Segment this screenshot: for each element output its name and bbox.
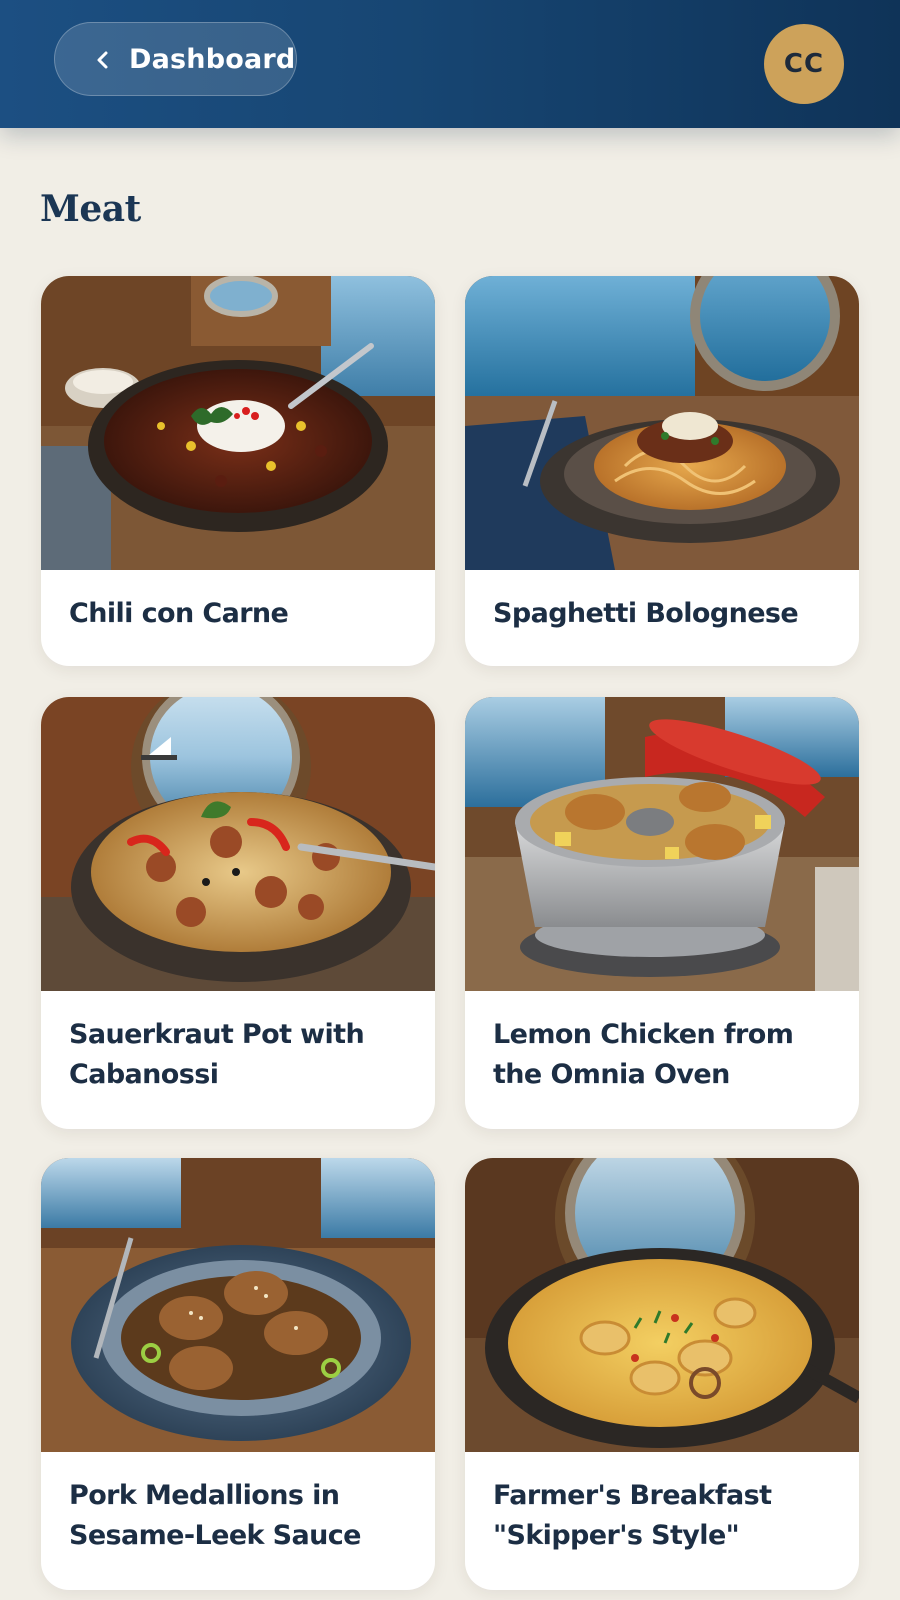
recipe-card[interactable]: Lemon Chicken from the Omnia Oven	[465, 697, 859, 1129]
recipe-photo-farmers-breakfast	[465, 1158, 859, 1452]
recipe-title: Farmer's Breakfast "Skipper's Style"	[493, 1480, 772, 1551]
recipe-photo-pork-medallions	[41, 1158, 435, 1452]
recipe-title: Chili con Carne	[69, 598, 289, 629]
recipe-title: Sauerkraut Pot with Cabanossi	[69, 1019, 365, 1090]
chevron-left-icon	[97, 51, 108, 69]
top-bar: Dashboard CC	[0, 0, 900, 128]
recipe-photo-lemon-chicken	[465, 697, 859, 991]
back-to-dashboard-button[interactable]: Dashboard	[54, 22, 297, 96]
recipe-card[interactable]: Pork Medallions in Sesame-Leek Sauce	[41, 1158, 435, 1590]
recipe-photo-sauerkraut	[41, 697, 435, 991]
recipe-title: Pork Medallions in Sesame-Leek Sauce	[69, 1480, 361, 1551]
recipe-card[interactable]: Chili con Carne	[41, 276, 435, 666]
recipe-title: Lemon Chicken from the Omnia Oven	[493, 1019, 794, 1090]
recipe-card[interactable]: Farmer's Breakfast "Skipper's Style"	[465, 1158, 859, 1590]
category-title: Meat	[40, 188, 141, 230]
recipe-card[interactable]: Spaghetti Bolognese	[465, 276, 859, 666]
recipe-title: Spaghetti Bolognese	[493, 598, 799, 629]
user-avatar[interactable]: CC	[764, 24, 844, 104]
recipe-photo-chili	[41, 276, 435, 570]
recipe-card[interactable]: Sauerkraut Pot with Cabanossi	[41, 697, 435, 1129]
recipe-photo-spaghetti	[465, 276, 859, 570]
back-button-label: Dashboard	[129, 44, 296, 75]
